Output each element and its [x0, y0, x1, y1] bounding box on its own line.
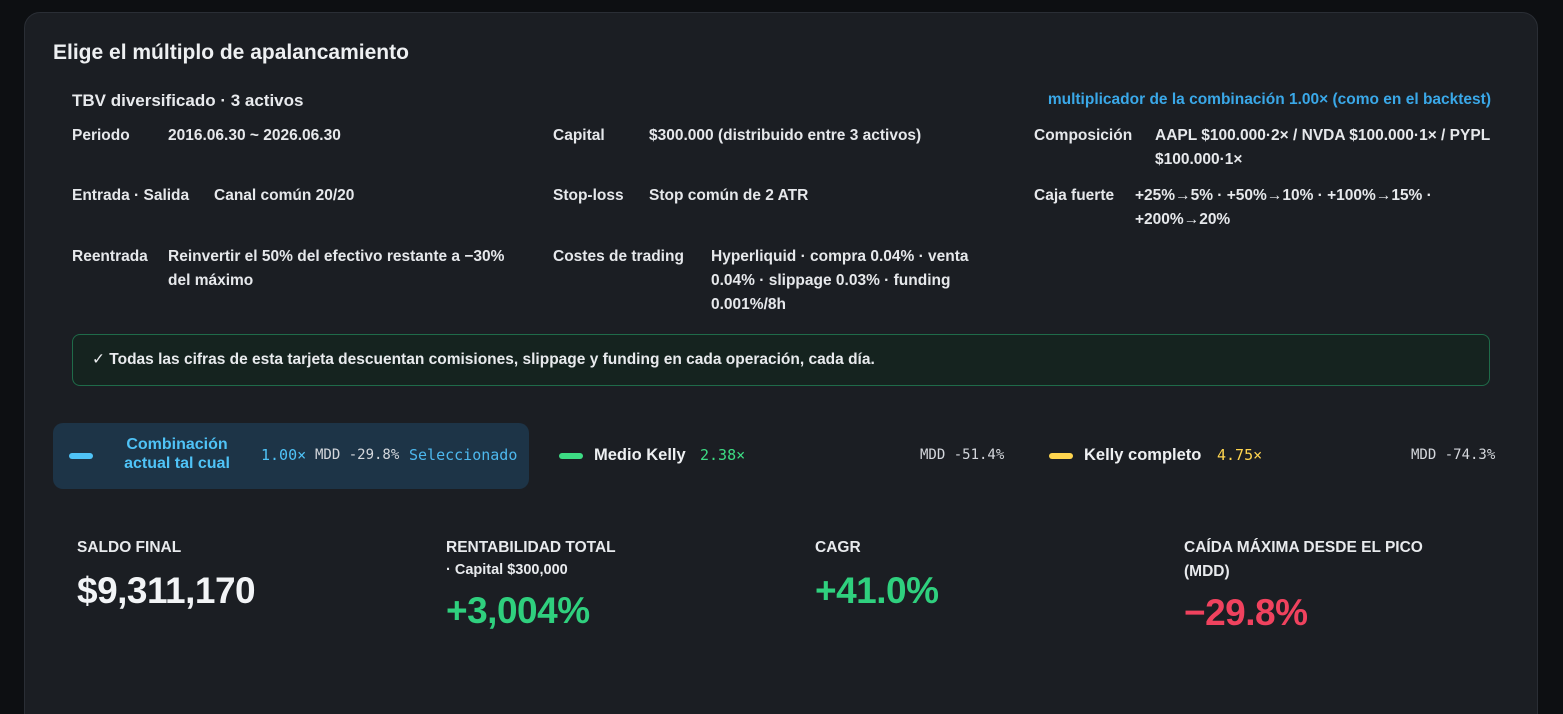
leverage-card: Elige el múltiplo de apalancamiento TBV … [24, 12, 1538, 714]
final-balance-label: SALDO FINAL [77, 539, 182, 556]
current-combination-multiplier: 1.00× [261, 446, 307, 464]
total-return-capital-note: · Capital $300,000 [446, 562, 568, 578]
total-return-label: RENTABILIDAD TOTAL [446, 539, 616, 556]
current-combination-color-swatch [69, 453, 93, 459]
option-half-kelly[interactable]: Medio Kelly 2.38× MDD -51.4% [559, 423, 1009, 489]
composition-value: AAPL $100.000·2× / NVDA $100.000·1× / PY… [1155, 127, 1490, 168]
safe-box-label: Caja fuerte [1034, 187, 1115, 204]
period-label: Periodo [72, 127, 130, 144]
stoploss-label: Stop-loss [553, 187, 624, 204]
cagr-value: +41.0% [815, 570, 939, 611]
half-kelly-mdd: MDD -51.4% [920, 447, 1005, 463]
final-balance-stat: SALDO FINAL $9,311,170 [77, 536, 407, 612]
composition-label: Composición [1034, 127, 1133, 144]
half-kelly-multiplier: 2.38× [700, 446, 746, 464]
portfolio-subtitle: TBV diversificado · 3 activos [72, 91, 304, 110]
stoploss-value: Stop común de 2 ATR [649, 187, 809, 204]
total-return-stat: RENTABILIDAD TOTAL · Capital $300,000 +3… [446, 536, 776, 632]
combination-multiplier-note: multiplicador de la combinación 1.00× (c… [1047, 91, 1491, 108]
selected-badge: Seleccionado [409, 446, 518, 464]
half-kelly-color-swatch [559, 453, 583, 459]
capital-value: $300.000 (distribuido entre 3 activos) [649, 127, 922, 144]
card-title: Elige el múltiplo de apalancamiento [53, 41, 409, 64]
current-combination-name: Combinación actual tal cual [124, 436, 230, 472]
trading-costs-value: Hyperliquid · compra 0.04% · venta 0.04%… [711, 248, 969, 313]
trading-costs-label: Costes de trading [553, 248, 684, 265]
safe-box-value: +25%→5% · +50%→10% · +100%→15% · +200%→2… [1135, 187, 1432, 228]
current-combination-mdd: MDD -29.8% [315, 447, 400, 463]
max-drawdown-value: −29.8% [1184, 592, 1308, 633]
capital-label: Capital [553, 127, 605, 144]
option-full-kelly[interactable]: Kelly completo 4.75× MDD -74.3% [1049, 423, 1499, 489]
fees-notice: ✓ Todas las cifras de esta tarjeta descu… [72, 334, 1490, 386]
cagr-stat: CAGR +41.0% [815, 536, 1145, 612]
reentry-label: Reentrada [72, 248, 148, 265]
max-drawdown-label: CAÍDA MÁXIMA DESDE EL PICO (MDD) [1184, 539, 1423, 580]
entry-exit-label: Entrada · Salida [72, 187, 190, 204]
half-kelly-name: Medio Kelly [594, 446, 686, 464]
entry-exit-value: Canal común 20/20 [214, 187, 355, 204]
full-kelly-name: Kelly completo [1084, 446, 1202, 464]
cagr-label: CAGR [815, 539, 861, 556]
full-kelly-mdd: MDD -74.3% [1411, 447, 1496, 463]
reentry-value: Reinvertir el 50% del efectivo restante … [168, 248, 505, 289]
total-return-value: +3,004% [446, 590, 590, 631]
full-kelly-color-swatch [1049, 453, 1073, 459]
full-kelly-multiplier: 4.75× [1217, 446, 1263, 464]
final-balance-value: $9,311,170 [77, 570, 256, 611]
max-drawdown-stat: CAÍDA MÁXIMA DESDE EL PICO (MDD) −29.8% [1184, 536, 1484, 634]
option-current-combination[interactable]: Combinación actual tal cual 1.00× MDD -2… [53, 423, 529, 489]
period-value: 2016.06.30 ~ 2026.06.30 [168, 127, 341, 144]
